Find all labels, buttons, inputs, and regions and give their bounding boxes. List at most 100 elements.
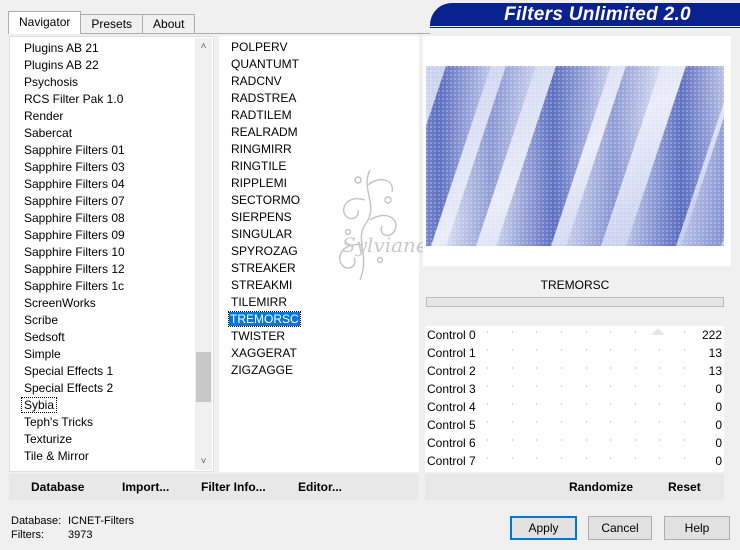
category-item[interactable]: Sabercat: [10, 125, 125, 142]
category-item[interactable]: ScreenWorks: [10, 295, 125, 312]
category-list[interactable]: Plugins AB 21 Plugins AB 22 Psychosis RCS F…: [9, 36, 214, 472]
category-item[interactable]: Sapphire Filters 04: [10, 176, 125, 193]
filter-item[interactable]: RADTILEM: [219, 107, 300, 124]
scroll-up-icon[interactable]: ˄: [195, 38, 212, 55]
filter-item[interactable]: SPYROZAG: [219, 243, 300, 260]
help-button[interactable]: Help: [664, 516, 730, 540]
category-item[interactable]: Sapphire Filters 12: [10, 261, 125, 278]
control-row[interactable]: Control 5 0: [425, 416, 724, 434]
category-item[interactable]: Plugins AB 22: [10, 57, 125, 74]
filter-item[interactable]: RADSTREA: [219, 90, 300, 107]
filter-item[interactable]: RIPPLEMI: [219, 175, 300, 192]
tab-about[interactable]: About: [142, 14, 196, 34]
import-button[interactable]: Import...: [122, 474, 169, 500]
control-row[interactable]: Control 7 0: [425, 452, 724, 470]
category-item-label: Texturize: [24, 432, 73, 446]
app-title-banner: Filters Unlimited 2.0: [430, 3, 740, 26]
filter-item[interactable]: STREAKER: [219, 260, 300, 277]
slider-tick: [634, 421, 636, 423]
scrollbar-thumb[interactable]: [196, 352, 211, 402]
cancel-button[interactable]: Cancel: [588, 516, 652, 540]
slider-tick: [487, 439, 488, 441]
category-item[interactable]: Sapphire Filters 07: [10, 193, 125, 210]
filter-item-label: RINGMIRR: [231, 142, 292, 156]
reset-button[interactable]: Reset: [668, 474, 701, 500]
control-row[interactable]: Control 4 0: [425, 398, 724, 416]
filter-item[interactable]: RINGMIRR: [219, 141, 300, 158]
category-item[interactable]: Sapphire Filters 03: [10, 159, 125, 176]
filter-item-label: SIERPENS: [231, 210, 292, 224]
progress-bar: [426, 297, 724, 307]
slider-tick: [536, 421, 538, 423]
category-item[interactable]: Sapphire Filters 10: [10, 244, 125, 261]
category-item[interactable]: Psychosis: [10, 74, 125, 91]
category-item[interactable]: RCS Filter Pak 1.0: [10, 91, 125, 108]
filter-item[interactable]: POLPERV: [219, 39, 300, 56]
tab-presets[interactable]: Presets: [80, 14, 144, 34]
slider-tick: [684, 367, 685, 369]
slider-thumb[interactable]: [651, 328, 666, 335]
filter-item-label: SECTORMO: [231, 193, 301, 207]
category-item-label: Psychosis: [24, 75, 79, 89]
category-item[interactable]: Texturize: [10, 431, 125, 448]
category-item-label: Teph's Tricks: [24, 415, 93, 429]
category-item-label: Sapphire Filters 01: [24, 143, 125, 157]
category-item[interactable]: Sybia: [10, 397, 125, 414]
apply-button[interactable]: Apply: [510, 516, 577, 540]
control-value: 13: [708, 364, 722, 378]
filter-item[interactable]: SINGULAR: [219, 226, 300, 243]
filter-item[interactable]: QUANTUMT: [219, 56, 300, 73]
slider-tick: [511, 349, 513, 351]
slider-tick: [634, 349, 636, 351]
scroll-down-icon[interactable]: ˅: [195, 453, 212, 470]
tab-navigator[interactable]: Navigator: [8, 11, 82, 34]
category-item-label: Tile & Mirror: [24, 449, 89, 463]
control-row[interactable]: Control 1 13: [425, 344, 724, 362]
filter-item[interactable]: TWISTER: [219, 328, 300, 345]
randomize-button[interactable]: Randomize: [569, 474, 633, 500]
category-item[interactable]: Sapphire Filters 09: [10, 227, 125, 244]
slider-tick: [659, 385, 661, 387]
filter-item-label: REALRADM: [231, 125, 298, 139]
filter-item[interactable]: TILEMIRR: [219, 294, 300, 311]
slider-tick: [659, 421, 661, 423]
category-item-label: Plugins AB 22: [24, 58, 99, 72]
control-row[interactable]: Control 6 0: [425, 434, 724, 452]
category-item[interactable]: Tile & Mirror: [10, 448, 125, 465]
database-button[interactable]: Database: [31, 474, 84, 500]
filter-item[interactable]: ZIGZAGGE: [219, 362, 300, 379]
filter-item[interactable]: TREMORSC: [219, 311, 301, 328]
filter-item[interactable]: STREAKMI: [219, 277, 300, 294]
filter-item[interactable]: SIERPENS: [219, 209, 300, 226]
category-item[interactable]: Simple: [10, 346, 125, 363]
category-item[interactable]: Sapphire Filters 08: [10, 210, 125, 227]
filter-item[interactable]: RINGTILE: [219, 158, 300, 175]
slider-tick: [610, 349, 612, 351]
control-row[interactable]: Control 2 13: [425, 362, 724, 380]
editor-button[interactable]: Editor...: [298, 474, 342, 500]
category-item-label: Special Effects 1: [24, 364, 114, 378]
slider-tick: [610, 367, 612, 369]
category-item[interactable]: Plugins AB 21: [10, 40, 125, 57]
slider-tick: [610, 439, 612, 441]
filter-info-button[interactable]: Filter Info...: [201, 474, 266, 500]
filter-item[interactable]: XAGGERAT: [219, 345, 300, 362]
control-row[interactable]: Control 0 222: [425, 326, 724, 344]
category-item[interactable]: Sedsoft: [10, 329, 125, 346]
slider-tick: [487, 349, 488, 351]
control-row[interactable]: Control 3 0: [425, 380, 724, 398]
category-item[interactable]: Sapphire Filters 1c: [10, 278, 125, 295]
control-label: Control 7: [427, 454, 476, 468]
filter-item[interactable]: REALRADM: [219, 124, 300, 141]
filter-item-label: RADSTREA: [231, 91, 297, 105]
category-item[interactable]: Special Effects 2: [10, 380, 125, 397]
category-scrollbar[interactable]: ˄ ˅: [195, 38, 212, 470]
slider-tick: [684, 331, 685, 333]
category-item[interactable]: Render: [10, 108, 125, 125]
category-item[interactable]: Scribe: [10, 312, 125, 329]
filter-item[interactable]: SECTORMO: [219, 192, 300, 209]
filter-item[interactable]: RADCNV: [219, 73, 300, 90]
category-item[interactable]: Teph's Tricks: [10, 414, 125, 431]
category-item[interactable]: Sapphire Filters 01: [10, 142, 125, 159]
category-item[interactable]: Special Effects 1: [10, 363, 125, 380]
